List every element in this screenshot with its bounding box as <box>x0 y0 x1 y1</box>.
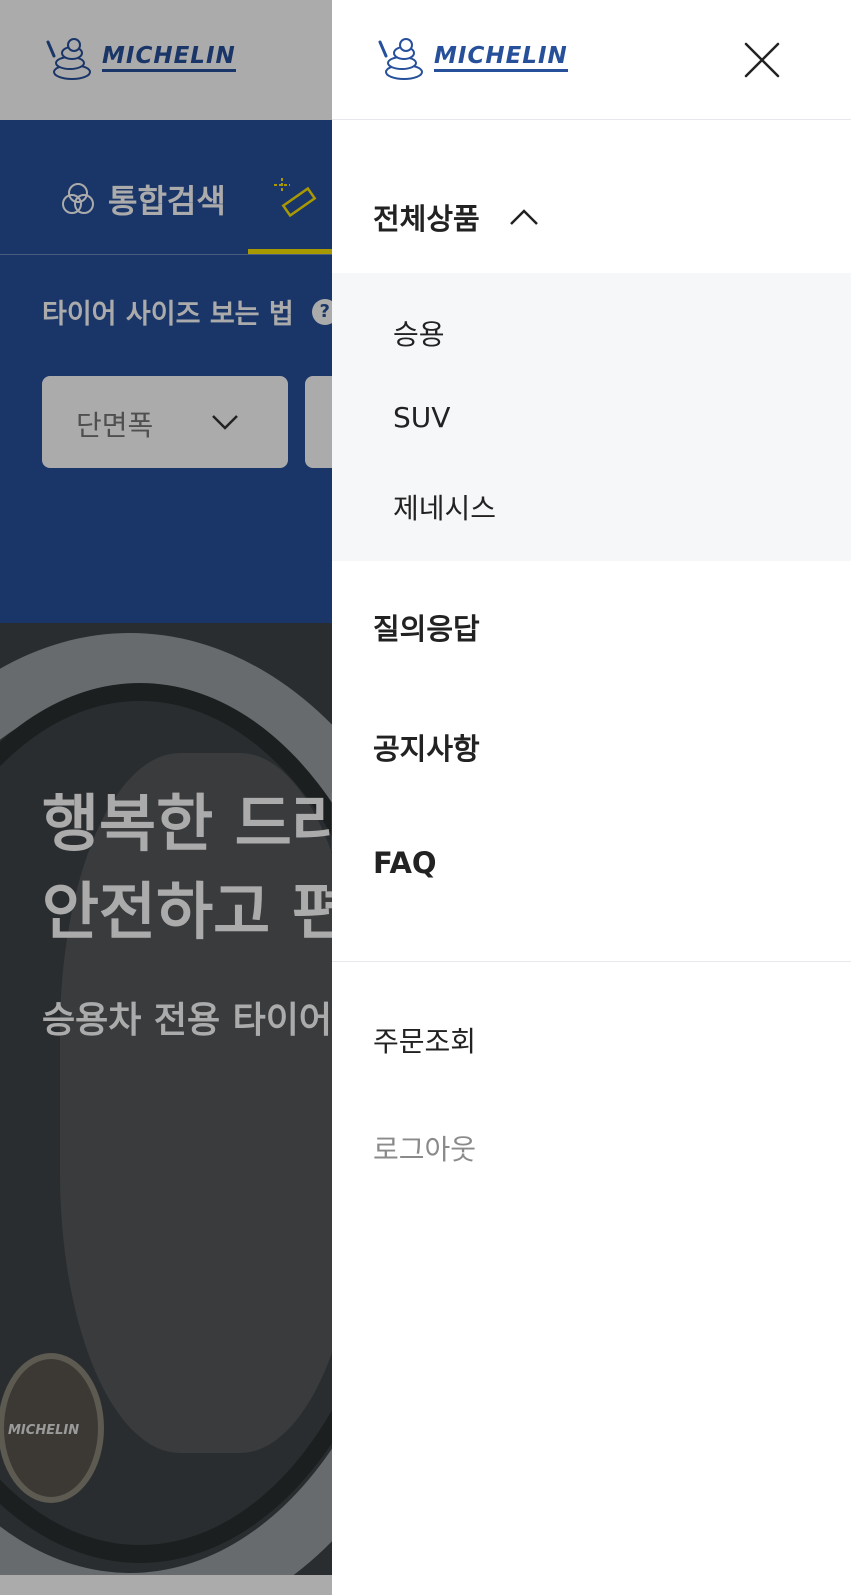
side-drawer: MICHELIN 전체상품 승용 SUV 제네시스 질의응답 공지사항 FAQ … <box>332 0 851 1595</box>
submenu-item-suv[interactable]: SUV <box>393 401 450 434</box>
order-lookup-link[interactable]: 주문조회 <box>373 1020 476 1060</box>
menu-notice[interactable]: 공지사항 <box>373 726 480 768</box>
submenu-item-passenger[interactable]: 승용 <box>393 313 445 353</box>
menu-label: 전체상품 <box>373 202 480 236</box>
submenu-all-products: 승용 SUV 제네시스 <box>332 273 851 561</box>
close-icon[interactable] <box>742 40 782 80</box>
michelin-logo[interactable]: MICHELIN <box>376 36 568 80</box>
chevron-up-icon <box>509 209 538 225</box>
bibendum-icon <box>378 38 423 80</box>
menu-all-products[interactable]: 전체상품 <box>373 196 540 238</box>
submenu-item-genesis[interactable]: 제네시스 <box>393 487 496 527</box>
logout-link[interactable]: 로그아웃 <box>373 1128 476 1168</box>
page: MICHELIN 통합검색 타이어 사이즈 보는 법 ? 단면폭 MICHELI… <box>0 0 851 1595</box>
drawer-header: MICHELIN <box>332 0 851 120</box>
divider <box>332 961 851 962</box>
menu-qna[interactable]: 질의응답 <box>373 606 480 648</box>
menu-faq[interactable]: FAQ <box>373 846 437 880</box>
logo-wordmark: MICHELIN <box>434 44 568 72</box>
